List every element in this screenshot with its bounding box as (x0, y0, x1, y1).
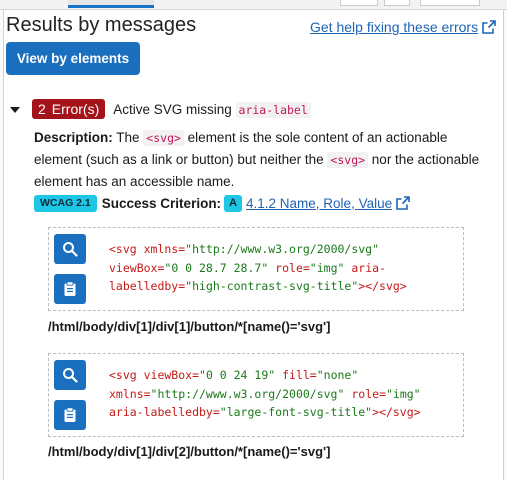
description-label: Description: (34, 130, 113, 145)
help-fixing-errors-link[interactable]: Get help fixing these errors (310, 19, 496, 35)
toolbar-control[interactable] (420, 0, 480, 6)
inspect-element-button[interactable] (54, 360, 86, 390)
element-xpath: /html/body/div[1]/div[1]/button/*[name()… (48, 319, 331, 334)
external-link-icon (482, 20, 496, 34)
search-icon (63, 368, 78, 383)
caret-down-icon[interactable] (10, 106, 20, 113)
code-snippet-box: <svg viewBox="0 0 24 19" fill="none" xml… (48, 353, 464, 437)
external-link-icon (396, 196, 410, 210)
search-icon (63, 242, 78, 257)
page-title: Results by messages (6, 14, 197, 36)
rule-description: Description: The <svg> element is the so… (34, 127, 496, 193)
active-tab-indicator[interactable] (68, 0, 154, 8)
error-count-badge: 2 Error(s) (32, 99, 106, 119)
left-panel-border (0, 10, 4, 480)
conformance-level-badge: A (224, 194, 243, 212)
description-text: The (112, 130, 144, 145)
success-criterion-link-label: 4.1.2 Name, Role, Value (246, 195, 393, 211)
code-snippet-box: <svg xmlns="http://www.w3.org/2000/svg" … (48, 227, 464, 311)
wcag-badge: WCAG 2.1 (34, 194, 97, 212)
element-xpath: /html/body/div[1]/div[2]/button/*[name()… (48, 444, 331, 459)
code-snippet: <svg viewBox="0 0 24 19" fill="none" xml… (109, 368, 421, 419)
description-code: <svg> (143, 130, 184, 146)
toolbar-control[interactable] (384, 0, 410, 6)
copy-snippet-button[interactable] (54, 400, 86, 430)
inspect-element-button[interactable] (54, 234, 86, 264)
error-count: 2 (38, 101, 46, 117)
scrollbar-track[interactable] (503, 10, 507, 480)
browser-tabs-strip (0, 0, 507, 10)
success-criterion-link[interactable]: 4.1.2 Name, Role, Value (246, 196, 410, 211)
toolbar-control[interactable] (340, 0, 378, 6)
clipboard-icon (64, 407, 76, 422)
success-criterion-row: WCAG 2.1 Success Criterion: A 4.1.2 Name… (34, 193, 410, 213)
rule-name-text: Active SVG missing (113, 101, 236, 117)
copy-snippet-button[interactable] (54, 274, 86, 304)
error-count-label: Error(s) (51, 101, 100, 117)
rule-name: Active SVG missing aria-label (113, 101, 311, 118)
success-criterion-label: Success Criterion: (101, 195, 222, 211)
code-snippet: <svg xmlns="http://www.w3.org/2000/svg" … (109, 242, 407, 293)
rule-name-code: aria-label (235, 101, 311, 118)
view-by-elements-button[interactable]: View by elements (6, 42, 140, 75)
rule-header-row[interactable]: 2 Error(s) Active SVG missing aria-label (10, 98, 311, 120)
clipboard-icon (64, 281, 76, 296)
description-code: <svg> (327, 152, 369, 168)
help-link-label: Get help fixing these errors (310, 19, 479, 35)
